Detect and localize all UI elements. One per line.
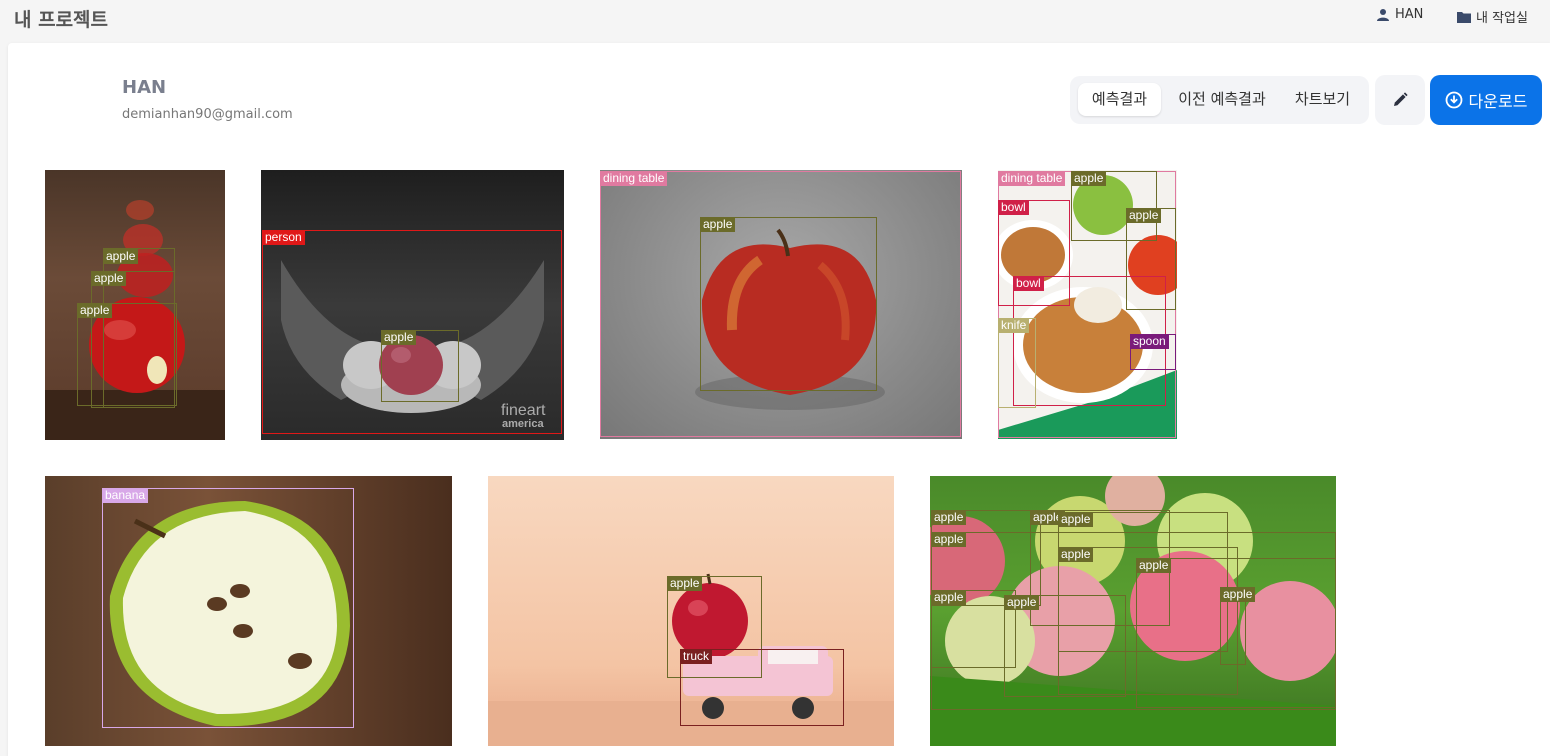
top-bar: 내 프로젝트 HAN 내 작업실 [0, 0, 1550, 36]
folder-icon [1457, 11, 1471, 23]
tab-chart-view[interactable]: 차트보기 [1285, 83, 1360, 116]
detection-label: apple [931, 590, 967, 605]
tab-previous-results[interactable]: 이전 예측결과 [1168, 83, 1276, 116]
result-image-4[interactable]: dining table apple bowl apple bowl knife… [998, 170, 1177, 439]
detection-label: apple [77, 303, 113, 318]
detection-box [77, 303, 177, 406]
pencil-icon [1394, 92, 1408, 106]
result-image-1[interactable]: apple apple apple [45, 170, 225, 440]
detection-label: person [262, 230, 305, 245]
result-image-6[interactable]: apple truck [488, 476, 894, 746]
workspace-label: 내 작업실 [1476, 11, 1528, 26]
detection-label: truck [680, 649, 713, 664]
detection-label: apple [1058, 547, 1094, 562]
detection-box [700, 217, 877, 391]
detection-label: apple [103, 249, 139, 264]
detection-label: apple [931, 532, 967, 547]
detection-label: apple [381, 330, 417, 345]
profile-email: demianhan90@gmail.com [122, 107, 293, 122]
detection-label: bowl [998, 200, 1029, 215]
download-circle-icon [1445, 91, 1462, 109]
page-title: 내 프로젝트 [14, 9, 109, 31]
download-button[interactable]: 다운로드 [1430, 75, 1542, 125]
workspace-link[interactable]: 내 작업실 [1457, 7, 1528, 26]
profile-name: HAN [122, 77, 167, 98]
detection-label: apple [1126, 208, 1162, 223]
result-image-3[interactable]: dining table apple [600, 170, 962, 439]
detection-label: apple [1220, 587, 1256, 602]
result-image-5[interactable]: banana [45, 476, 452, 746]
detection-box [1004, 595, 1126, 697]
detection-label: spoon [1130, 334, 1169, 349]
detection-box [102, 488, 354, 728]
user-icon [1377, 8, 1389, 21]
detection-label: apple [1071, 171, 1107, 186]
detection-label: apple [1004, 595, 1040, 610]
user-menu[interactable]: HAN [1376, 7, 1423, 22]
detection-label: apple [667, 576, 703, 591]
detection-label: apple [700, 217, 736, 232]
detection-label: dining table [600, 171, 668, 186]
view-tabs: 예측결과 이전 예측결과 차트보기 [1070, 76, 1369, 124]
detection-label: apple [1058, 512, 1094, 527]
edit-button[interactable] [1375, 75, 1425, 125]
result-image-7[interactable]: apple apple apple apple apple apple appl… [930, 476, 1336, 746]
detection-label: banana [102, 488, 149, 503]
detection-label: apple [1136, 558, 1172, 573]
detection-label: dining table [998, 171, 1066, 186]
tab-prediction-results[interactable]: 예측결과 [1078, 83, 1161, 116]
detection-label: bowl [1013, 276, 1044, 291]
result-image-2[interactable]: fineart america person apple [261, 170, 564, 440]
detection-label: knife [998, 318, 1030, 333]
user-menu-label: HAN [1395, 7, 1424, 22]
detection-label: apple [91, 271, 127, 286]
detection-label: apple [931, 510, 967, 525]
download-label: 다운로드 [1468, 92, 1528, 111]
